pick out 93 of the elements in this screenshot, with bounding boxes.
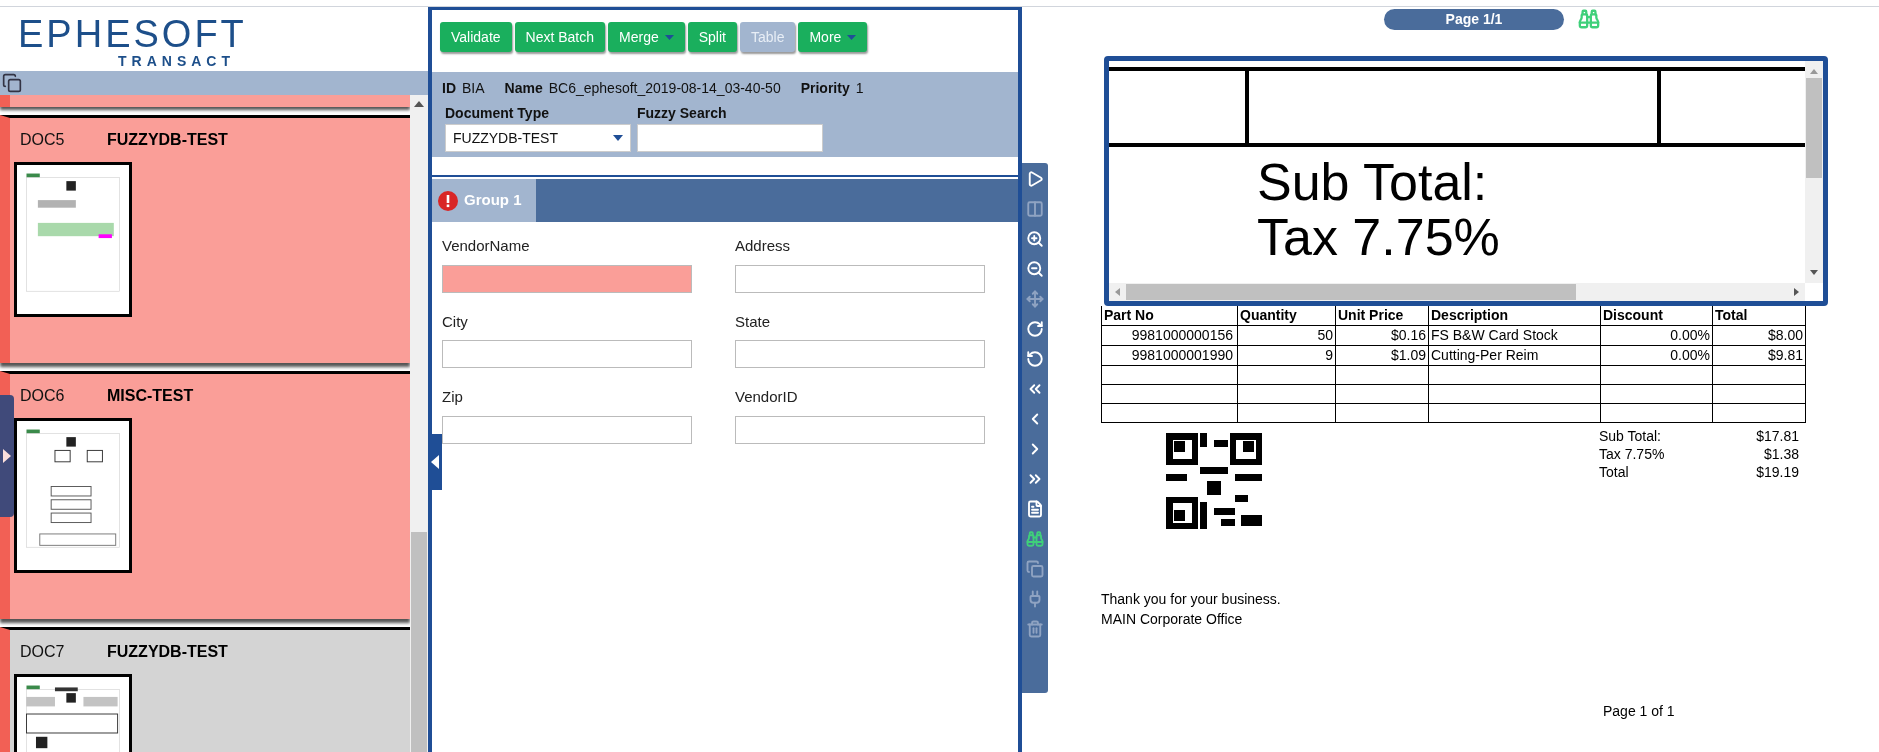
scroll-left-icon[interactable] xyxy=(1115,288,1120,296)
total-label: Sub Total: xyxy=(1599,427,1661,445)
input-field[interactable] xyxy=(735,264,985,293)
logo-subtitle: TRANSACT xyxy=(118,53,235,69)
field-label: Zip xyxy=(442,387,464,407)
field-label: City xyxy=(442,311,469,332)
scrollbar[interactable] xyxy=(1109,283,1805,301)
field-label: State xyxy=(735,311,772,332)
column-header: Part No xyxy=(1102,306,1238,326)
table-cell: FS B&W Card Stock xyxy=(1429,326,1601,346)
batch-name: BC6_ephesoft_2019-08-14_03-40-50 xyxy=(548,79,781,98)
zoomed-text: Tax 7.75% xyxy=(1257,211,1501,263)
document-icon[interactable] xyxy=(1026,500,1044,518)
column-header: Total xyxy=(1713,306,1806,326)
group-tab[interactable]: Group 1 xyxy=(432,179,536,222)
document-id: DOC7 xyxy=(20,642,66,662)
play-icon[interactable] xyxy=(1026,170,1044,188)
batch-id: BIA xyxy=(462,79,485,98)
scroll-up-icon[interactable] xyxy=(414,101,424,107)
rotate-right-icon[interactable] xyxy=(1026,320,1044,338)
input-field[interactable] xyxy=(442,264,692,293)
rotate-left-icon[interactable] xyxy=(1026,350,1044,368)
table-cell: 9 xyxy=(1238,346,1336,366)
input-field[interactable] xyxy=(735,340,985,368)
expand-handle[interactable] xyxy=(0,395,14,517)
document-id: DOC5 xyxy=(20,130,66,150)
fuzzy-search-label: Fuzzy Search xyxy=(637,104,728,123)
priority-label: Priority xyxy=(800,79,850,98)
zoom-in-icon[interactable] xyxy=(1026,230,1044,248)
field-label: VendorName xyxy=(442,236,531,256)
action-button[interactable]: Validate xyxy=(440,22,512,52)
scrollbar-thumb[interactable] xyxy=(411,532,427,752)
table-cell: 0.00% xyxy=(1601,326,1713,346)
scroll-down-icon[interactable] xyxy=(1810,270,1818,275)
table-cell: 50 xyxy=(1238,326,1336,346)
total-label: Total xyxy=(1599,463,1629,481)
collapse-icon xyxy=(431,455,439,469)
footer-text: Thank you for your business. xyxy=(1101,590,1281,609)
column-header: Description xyxy=(1429,306,1601,326)
scrollbar[interactable] xyxy=(1805,61,1823,283)
copy-icon[interactable] xyxy=(2,73,22,93)
total-value: $17.81 xyxy=(1756,427,1799,445)
page-number: Page 1 of 1 xyxy=(1603,702,1675,721)
total-label: Tax 7.75% xyxy=(1599,445,1665,463)
dropdown-icon xyxy=(613,135,623,141)
batch-priority: 1 xyxy=(855,79,864,98)
zoom-out-icon[interactable] xyxy=(1026,260,1044,278)
action-button[interactable]: Split xyxy=(687,22,737,52)
zoomed-text: Sub Total: xyxy=(1257,153,1489,211)
document-card[interactable]: DOC6 MISC-TEST xyxy=(0,371,410,619)
document-id: DOC6 xyxy=(20,386,66,406)
document-type: FUZZYDB-TEST xyxy=(107,130,228,150)
table-cell: $9.81 xyxy=(1713,346,1806,366)
action-button[interactable]: Merge xyxy=(608,22,685,52)
scrollbar[interactable] xyxy=(410,95,428,752)
table-cell: Cutting-Per Reim xyxy=(1429,346,1601,366)
table-cell: $0.16 xyxy=(1336,326,1429,346)
table-cell: 9981000000156 xyxy=(1102,326,1238,346)
column-header: Quantity xyxy=(1238,306,1336,326)
document-card[interactable]: DOC7 FUZZYDB-TEST xyxy=(0,627,410,752)
document-type-label: Document Type xyxy=(445,104,550,123)
total-value: $19.19 xyxy=(1756,463,1799,481)
name-label: Name xyxy=(504,79,543,98)
input-field[interactable] xyxy=(442,415,692,444)
field-label: VendorID xyxy=(735,387,799,407)
field-label: Address xyxy=(735,236,792,256)
input-field[interactable] xyxy=(442,340,692,368)
binoculars-icon[interactable] xyxy=(1026,530,1044,548)
id-label: ID xyxy=(442,79,456,98)
logo: EPHESOFT xyxy=(18,15,247,53)
action-button[interactable]: Next Batch xyxy=(514,22,606,52)
binoculars-icon[interactable] xyxy=(1578,8,1600,30)
document-card[interactable]: DOC5 FUZZYDB-TEST xyxy=(0,115,410,363)
fuzzy-search-field[interactable] xyxy=(637,124,823,152)
expand-icon xyxy=(3,449,11,463)
action-button[interactable]: More xyxy=(798,22,868,52)
footer-text: MAIN Corporate Office xyxy=(1101,610,1244,629)
scrollbar-thumb[interactable] xyxy=(1126,284,1576,300)
column-header: Discount xyxy=(1601,306,1713,326)
column-header: Unit Price xyxy=(1336,306,1429,326)
document-type: MISC-TEST xyxy=(107,386,194,406)
page-indicator: Page 1/1 xyxy=(1384,8,1564,30)
table-cell: $1.09 xyxy=(1336,346,1429,366)
scrollbar-thumb[interactable] xyxy=(1806,78,1822,178)
table-cell: $8.00 xyxy=(1713,326,1806,346)
document-type: FUZZYDB-TEST xyxy=(107,642,228,662)
scroll-right-icon[interactable] xyxy=(1794,288,1799,296)
collapse-handle[interactable] xyxy=(428,434,442,490)
table-cell: 0.00% xyxy=(1601,346,1713,366)
input-field[interactable] xyxy=(735,415,985,444)
document-type-select[interactable]: FUZZYDB-TEST xyxy=(445,124,631,152)
table-cell: 9981000001990 xyxy=(1102,346,1238,366)
total-value: $1.38 xyxy=(1763,445,1799,463)
